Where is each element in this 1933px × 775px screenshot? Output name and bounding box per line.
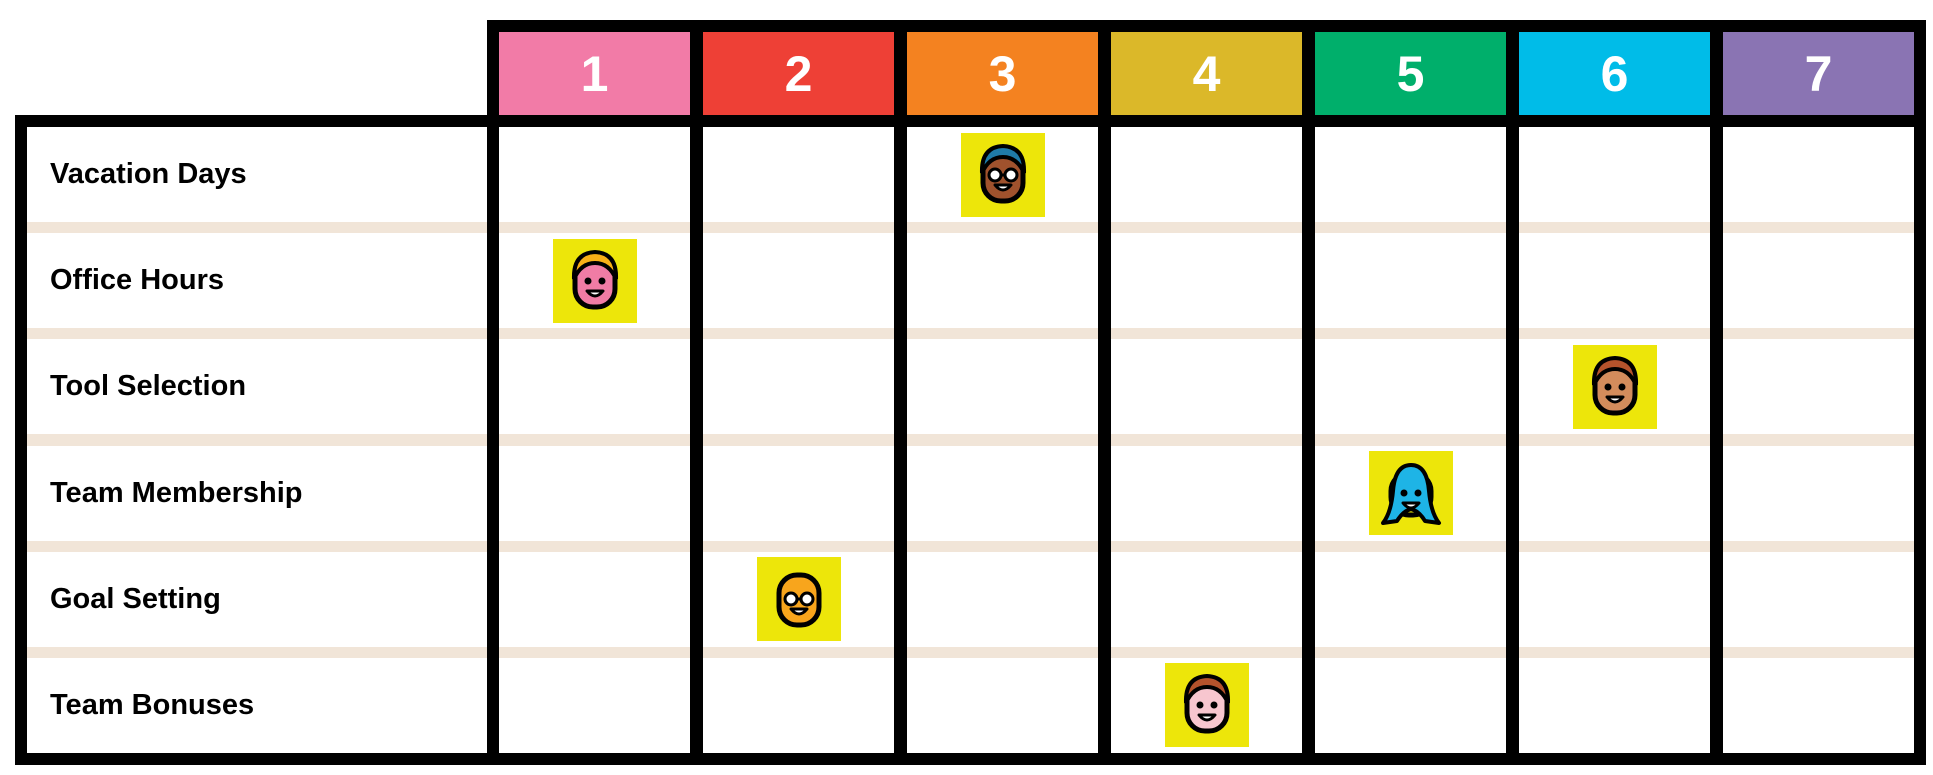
grid-cell[interactable] [499, 339, 690, 435]
person-avatar[interactable] [960, 132, 1045, 217]
person-face-icon [1380, 463, 1441, 526]
assignment-grid: Vacation Days Office Hours Tool Selection T… [15, 115, 1926, 765]
grid-cell[interactable] [1519, 233, 1710, 329]
grid-cell[interactable] [1519, 339, 1710, 435]
grid-cell[interactable] [1111, 445, 1302, 541]
row-label: Tool Selection [50, 370, 247, 403]
person-avatar[interactable] [1572, 344, 1657, 429]
grid-cell[interactable] [1723, 657, 1914, 753]
person-avatar[interactable] [756, 557, 841, 642]
grid-cell[interactable] [1315, 657, 1506, 753]
grid-cell[interactable] [907, 551, 1098, 647]
row-label: Office Hours [50, 264, 225, 297]
grid-cell[interactable] [499, 657, 690, 753]
person-avatar[interactable] [1164, 663, 1249, 748]
column-header-4: 4 [1111, 32, 1302, 115]
grid-cell[interactable] [1723, 445, 1914, 541]
person-face-icon [1183, 674, 1230, 734]
grid-cell[interactable] [1315, 339, 1506, 435]
grid-cell[interactable] [703, 339, 894, 435]
column-7 [1723, 127, 1914, 753]
grid-cell[interactable] [907, 445, 1098, 541]
grid-cell[interactable] [907, 657, 1098, 753]
row-label: Goal Setting [50, 582, 221, 615]
row-label: Team Membership [50, 476, 303, 509]
grid-cell[interactable] [1111, 657, 1302, 753]
row-label-cell: Goal Setting [27, 551, 487, 647]
column-3 [907, 127, 1098, 753]
column-header-6: 6 [1519, 32, 1710, 115]
grid-cell[interactable] [703, 233, 894, 329]
grid-cell[interactable] [907, 233, 1098, 329]
grid-cell[interactable] [1315, 445, 1506, 541]
grid-cell[interactable] [1111, 339, 1302, 435]
grid-cell[interactable] [1723, 551, 1914, 647]
person-face-icon [571, 249, 618, 310]
grid-cell[interactable] [703, 127, 894, 222]
person-face-icon [1591, 355, 1638, 416]
grid-cell[interactable] [1315, 127, 1506, 222]
column-header-bar: 1234567 [487, 20, 1926, 127]
column-1 [499, 127, 690, 753]
grid-cell[interactable] [1723, 233, 1914, 329]
grid-cell[interactable] [907, 339, 1098, 435]
column-5 [1315, 127, 1506, 753]
grid-cell[interactable] [499, 445, 690, 541]
row-label: Vacation Days [50, 158, 247, 190]
row-label-cell: Team Bonuses [27, 657, 487, 753]
grid-cell[interactable] [703, 657, 894, 753]
grid-cell[interactable] [1519, 657, 1710, 753]
column-header-1: 1 [499, 32, 690, 115]
person-avatar[interactable] [1368, 451, 1453, 536]
grid-cell[interactable] [1315, 551, 1506, 647]
grid-cell[interactable] [1315, 233, 1506, 329]
grid-cell[interactable] [1519, 127, 1710, 222]
grid-cell[interactable] [1519, 445, 1710, 541]
grid-cell[interactable] [1723, 127, 1914, 222]
column-6 [1519, 127, 1710, 753]
grid-cell[interactable] [703, 551, 894, 647]
column-4 [1111, 127, 1302, 753]
grid-cell[interactable] [1111, 551, 1302, 647]
column-header-7: 7 [1723, 32, 1914, 115]
column-2 [703, 127, 894, 753]
row-label-cell: Tool Selection [27, 339, 487, 435]
grid-cell[interactable] [703, 445, 894, 541]
column-header-3: 3 [907, 32, 1098, 115]
grid-cell[interactable] [1111, 127, 1302, 222]
row-label: Team Bonuses [50, 688, 255, 721]
row-label-cell: Team Membership [27, 445, 487, 541]
person-face-icon [979, 143, 1026, 203]
grid-cell[interactable] [499, 233, 690, 329]
row-label-cell: Office Hours [27, 233, 487, 329]
row-label-cell: Vacation Days [27, 127, 487, 222]
column-header-5: 5 [1315, 32, 1506, 115]
row-label-column: Vacation Days Office Hours Tool Selection T… [27, 127, 487, 753]
grid-cell[interactable] [1111, 233, 1302, 329]
grid-cell[interactable] [499, 551, 690, 647]
person-face-icon [776, 572, 821, 628]
grid-cell[interactable] [907, 127, 1098, 222]
grid-cell[interactable] [1723, 339, 1914, 435]
grid-cell[interactable] [1519, 551, 1710, 647]
grid-cell[interactable] [499, 127, 690, 222]
person-avatar[interactable] [552, 238, 637, 323]
column-header-2: 2 [703, 32, 894, 115]
